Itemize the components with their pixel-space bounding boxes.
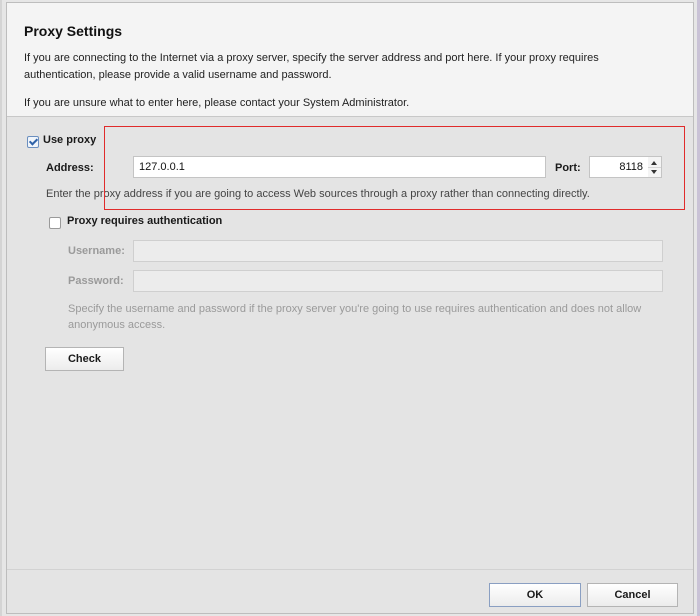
use-proxy-checkbox[interactable] [27, 136, 39, 148]
port-label: Port: [555, 162, 581, 174]
background-window-edge [0, 0, 2, 616]
auth-hint: Specify the username and password if the… [68, 303, 642, 331]
ok-button[interactable]: OK [489, 583, 581, 607]
arrow-up-icon[interactable] [651, 161, 657, 165]
port-field[interactable] [589, 156, 649, 178]
password-label: Password: [68, 275, 124, 287]
proxy-settings-dialog: Proxy Settings If you are connecting to … [6, 2, 694, 614]
proxy-hint: Enter the proxy address if you are going… [46, 188, 590, 200]
requires-auth-label[interactable]: Proxy requires authentication [67, 215, 222, 227]
stepper-divider [648, 167, 661, 168]
port-stepper[interactable] [648, 156, 662, 178]
use-proxy-label[interactable]: Use proxy [43, 134, 96, 146]
username-label: Username: [68, 245, 125, 257]
cancel-button[interactable]: Cancel [587, 583, 678, 607]
address-field[interactable] [133, 156, 546, 178]
header-description: If you are connecting to the Internet vi… [24, 52, 599, 81]
arrow-down-icon[interactable] [651, 170, 657, 174]
username-field[interactable] [133, 240, 663, 262]
page-title: Proxy Settings [24, 23, 123, 39]
header-unsure-text: If you are unsure what to enter here, pl… [24, 97, 410, 109]
address-label: Address: [46, 162, 94, 174]
check-button[interactable]: Check [45, 347, 124, 371]
dialog-header: Proxy Settings If you are connecting to … [7, 3, 693, 117]
requires-auth-checkbox[interactable] [49, 217, 61, 229]
footer-divider [7, 569, 693, 570]
password-field[interactable] [133, 270, 663, 292]
